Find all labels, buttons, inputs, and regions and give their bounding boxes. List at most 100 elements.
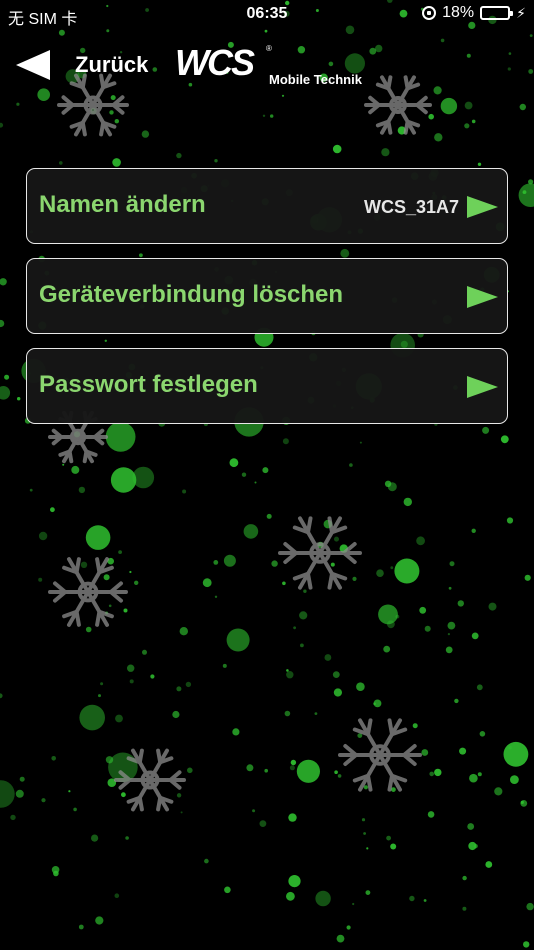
snow-dot xyxy=(394,558,420,584)
snow-dot xyxy=(471,119,476,124)
snow-dot xyxy=(105,421,136,452)
snow-dot xyxy=(125,836,129,840)
snow-dot xyxy=(332,671,340,678)
snow-dot xyxy=(103,574,110,581)
snow-dot xyxy=(296,759,320,783)
snow-dot xyxy=(222,663,227,668)
snow-dot xyxy=(264,29,268,33)
snow-dot xyxy=(110,467,137,493)
snow-dot xyxy=(180,811,183,814)
snow-dot xyxy=(58,29,65,36)
snow-dot xyxy=(38,531,48,541)
snow-dot xyxy=(246,764,254,772)
snow-dot xyxy=(464,123,470,129)
snow-dot xyxy=(129,679,134,684)
snow-dot xyxy=(243,524,259,539)
snow-dot xyxy=(356,682,365,691)
menu-item-label: Geräteverbindung löschen xyxy=(39,281,344,308)
snow-dot xyxy=(109,110,114,115)
snow-dot xyxy=(141,130,150,138)
snow-dot xyxy=(262,467,269,474)
snow-dot xyxy=(266,513,272,519)
snow-dot xyxy=(459,747,467,755)
snow-dot xyxy=(73,807,77,812)
snow-dot xyxy=(359,441,362,444)
menu-item-delete-connection[interactable]: Geräteverbindung löschen xyxy=(26,258,508,334)
snow-dot xyxy=(204,858,209,864)
snow-dot xyxy=(447,633,450,636)
snow-dot xyxy=(4,374,10,380)
snow-dot xyxy=(85,626,92,633)
snow-dot xyxy=(462,906,467,911)
menu-item-rename[interactable]: Namen ändern WCS_31A7 xyxy=(26,168,508,244)
snow-dot xyxy=(0,122,4,128)
snow-dot xyxy=(473,844,478,849)
snow-dot xyxy=(477,162,482,166)
battery-percent: 18% xyxy=(442,4,475,21)
snow-dot xyxy=(71,465,80,474)
snow-dot xyxy=(176,152,182,159)
snow-dot xyxy=(68,790,71,793)
snow-dot xyxy=(123,608,128,613)
snow-dot xyxy=(383,645,391,653)
snow-dot xyxy=(390,566,394,570)
snow-dot xyxy=(457,600,464,607)
snow-dot xyxy=(449,561,455,567)
snow-dot xyxy=(387,620,395,629)
snow-dot xyxy=(293,626,296,630)
snow-dot xyxy=(252,809,256,813)
snow-dot xyxy=(112,158,121,167)
snow-dot xyxy=(282,581,286,586)
menu-item-set-password[interactable]: Passwort festlegen xyxy=(26,348,508,424)
snow-dot xyxy=(352,576,357,582)
snow-dot xyxy=(0,693,3,699)
snow-dot xyxy=(129,570,132,574)
snow-dot xyxy=(361,818,366,822)
snow-dot xyxy=(519,103,526,111)
snow-dot xyxy=(176,793,182,798)
snow-dot xyxy=(286,671,294,679)
snow-dot xyxy=(324,654,332,661)
snow-dot xyxy=(448,586,452,590)
snow-dot xyxy=(386,835,391,841)
nav-bar: Zurück WCS ® Mobile Technik xyxy=(0,40,534,100)
device-name-value: WCS_31A7 xyxy=(363,197,459,217)
play-arrow-icon xyxy=(467,286,498,308)
snow-dot xyxy=(139,253,143,258)
snow-dot xyxy=(409,895,415,902)
snow-dot xyxy=(510,775,519,784)
snow-dot xyxy=(434,133,443,142)
snow-dot xyxy=(506,517,514,524)
snow-dot xyxy=(10,814,16,821)
snow-dot xyxy=(390,843,397,850)
snow-dot xyxy=(241,472,247,477)
snow-dot xyxy=(264,768,269,773)
back-button[interactable]: Zurück xyxy=(16,50,148,80)
snow-dot xyxy=(523,941,530,948)
snow-dot xyxy=(114,893,120,898)
snow-dot xyxy=(494,787,503,796)
snowflake-icon xyxy=(278,516,362,590)
snow-dot xyxy=(421,749,429,756)
snow-dot xyxy=(226,628,250,652)
snow-dot xyxy=(376,569,384,577)
snow-dot xyxy=(416,536,425,546)
snow-dot xyxy=(424,625,431,632)
snow-dot xyxy=(134,580,139,585)
snow-dot xyxy=(53,870,59,877)
snow-dot xyxy=(121,792,126,798)
snow-dot xyxy=(16,102,20,106)
logo-wordmark: WCS xyxy=(175,42,255,83)
status-bar: 无 SIM 卡 06:35 18% ⚡ xyxy=(0,0,534,28)
snow-dot xyxy=(454,698,459,704)
snow-dot xyxy=(526,902,534,911)
snowflake-icon xyxy=(48,557,128,627)
snow-dot xyxy=(213,560,219,565)
snow-dot xyxy=(365,890,371,895)
snow-dot xyxy=(172,710,180,719)
snow-dot xyxy=(79,704,105,731)
snow-dot xyxy=(284,710,291,717)
snow-dot xyxy=(224,886,231,894)
snow-dot xyxy=(520,800,524,805)
snow-dot xyxy=(80,561,88,568)
